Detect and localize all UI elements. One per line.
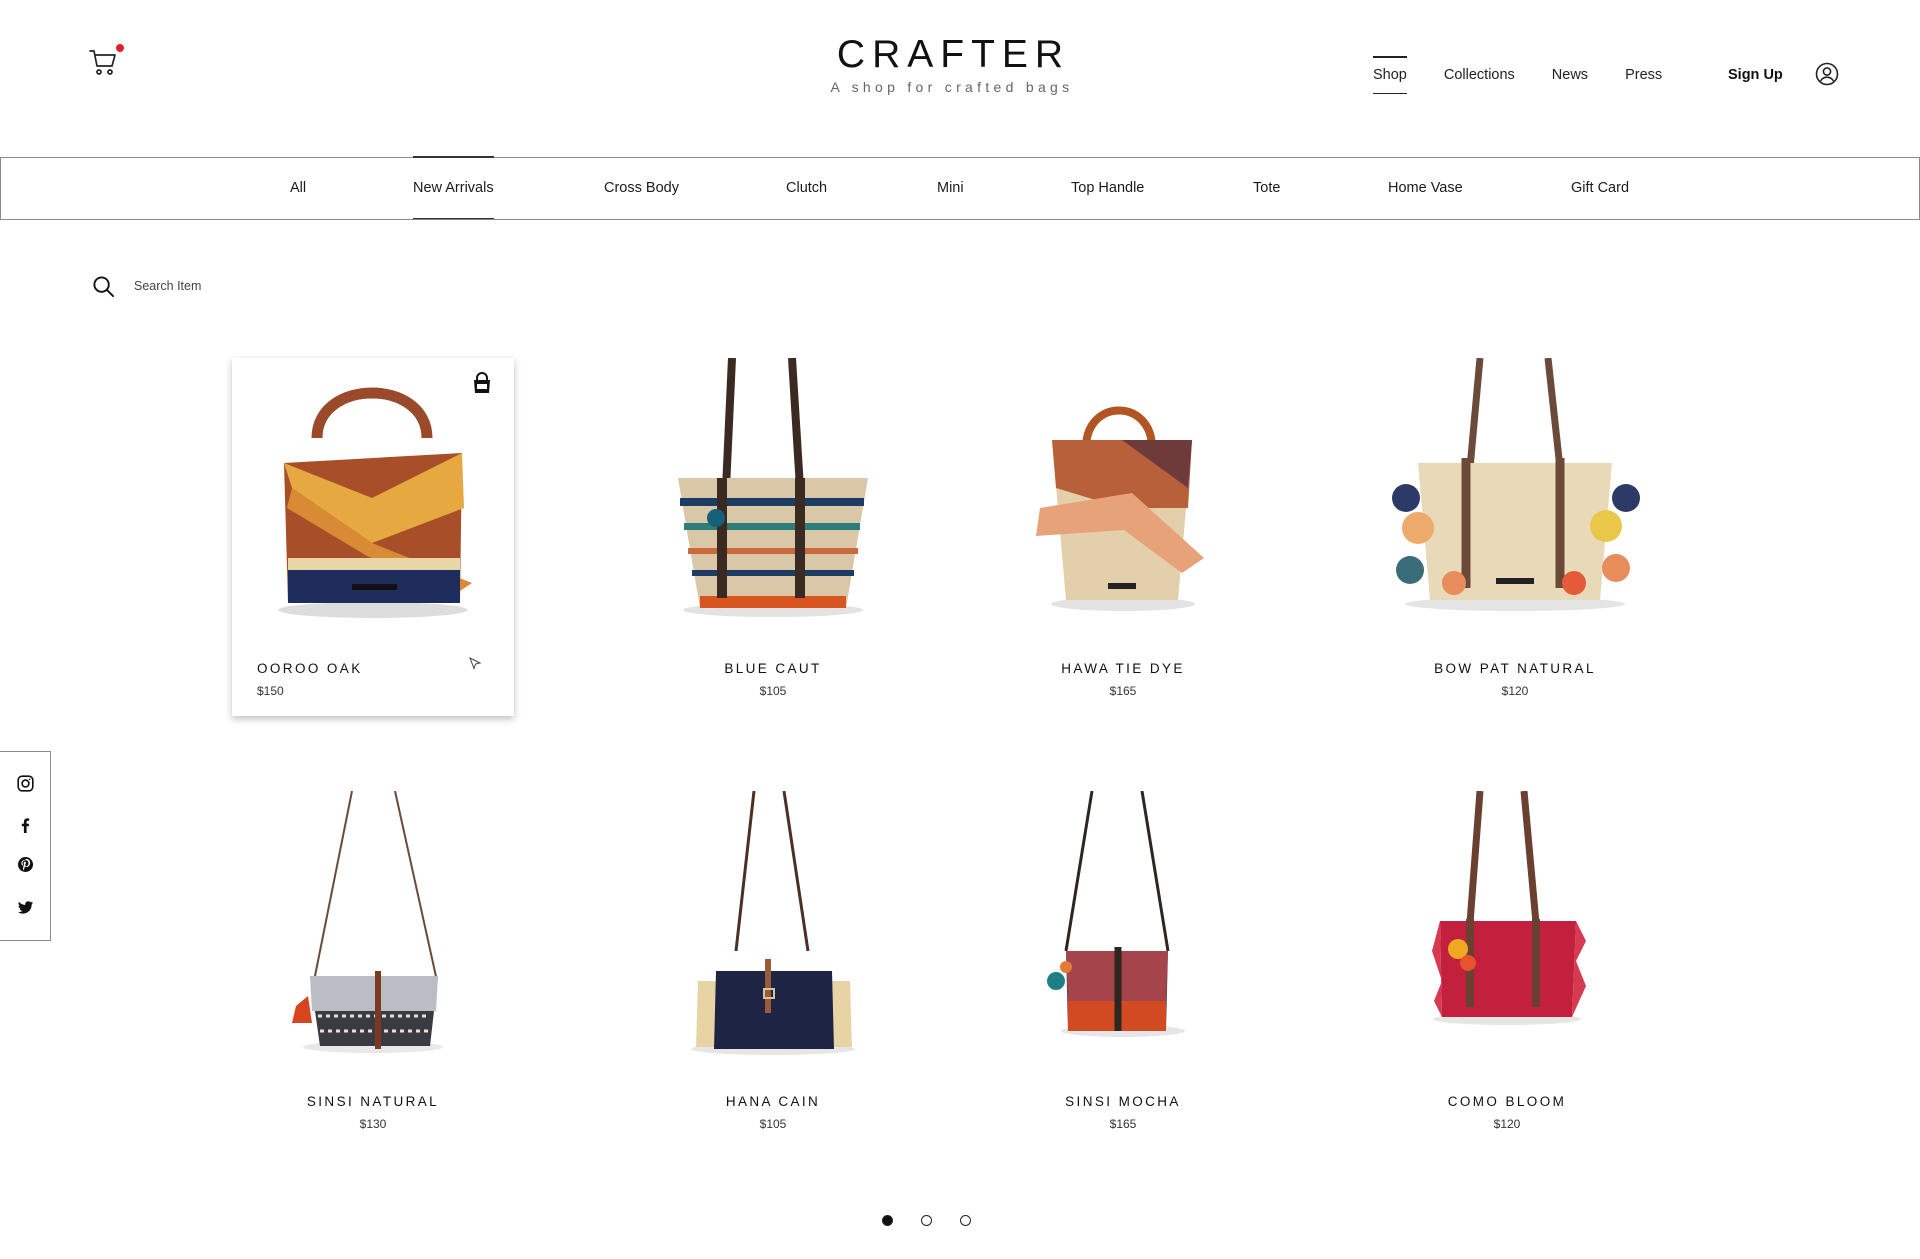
product-name: OOROO OAK bbox=[257, 661, 363, 676]
main-nav: Shop Collections News Press bbox=[1373, 55, 1699, 95]
category-gift-card[interactable]: Gift Card bbox=[1571, 158, 1629, 219]
search-bar bbox=[92, 273, 354, 299]
category-clutch[interactable]: Clutch bbox=[786, 158, 827, 219]
search-icon[interactable] bbox=[92, 275, 115, 298]
product-price: $105 bbox=[759, 684, 787, 698]
product-image bbox=[232, 358, 514, 628]
nav-collections[interactable]: Collections bbox=[1444, 55, 1515, 95]
product-image bbox=[1374, 357, 1656, 628]
product-card[interactable]: SINSI MOCHA $165 bbox=[982, 790, 1264, 1149]
add-to-bag-icon[interactable] bbox=[472, 372, 492, 394]
product-card[interactable]: HANA CAIN $105 bbox=[632, 790, 914, 1149]
product-name: SINSI MOCHA bbox=[1065, 1094, 1181, 1109]
product-name: BLUE CAUT bbox=[724, 661, 822, 676]
product-image bbox=[982, 790, 1264, 1061]
category-bar: All New Arrivals Cross Body Clutch Mini … bbox=[0, 156, 1920, 220]
brand-logo[interactable]: CRAFTER A shop for crafted bags bbox=[760, 33, 1140, 95]
search-input[interactable] bbox=[134, 279, 354, 293]
nav-shop[interactable]: Shop bbox=[1373, 55, 1407, 95]
instagram-icon[interactable] bbox=[17, 775, 34, 792]
category-cross-body[interactable]: Cross Body bbox=[604, 158, 679, 219]
product-price: $150 bbox=[257, 684, 284, 698]
product-name: COMO BLOOM bbox=[1447, 1094, 1567, 1109]
user-account-icon bbox=[1815, 62, 1839, 86]
product-name: BOW PAT NATURAL bbox=[1434, 661, 1596, 676]
product-card[interactable]: SINSI NATURAL $130 bbox=[232, 790, 514, 1149]
product-card[interactable]: BOW PAT NATURAL $120 bbox=[1374, 357, 1656, 716]
sign-up-button[interactable]: Sign Up bbox=[1728, 67, 1783, 83]
facebook-icon[interactable] bbox=[17, 817, 34, 834]
pagination bbox=[882, 1215, 999, 1226]
category-top-handle[interactable]: Top Handle bbox=[1071, 158, 1144, 219]
product-price: $120 bbox=[1501, 684, 1529, 698]
product-price: $130 bbox=[359, 1117, 387, 1131]
product-card[interactable]: OOROO OAK $150 bbox=[232, 358, 514, 716]
page-dot-3[interactable] bbox=[960, 1215, 971, 1226]
page-dot-1[interactable] bbox=[882, 1215, 893, 1226]
pinterest-icon[interactable] bbox=[17, 856, 34, 873]
product-name: HAWA TIE DYE bbox=[1061, 661, 1185, 676]
nav-news[interactable]: News bbox=[1552, 55, 1588, 95]
product-card[interactable]: BLUE CAUT $105 bbox=[632, 357, 914, 716]
category-home-vase[interactable]: Home Vase bbox=[1388, 158, 1463, 219]
product-image bbox=[982, 358, 1264, 628]
product-card[interactable]: COMO BLOOM $120 bbox=[1366, 790, 1648, 1149]
product-name: SINSI NATURAL bbox=[306, 1094, 440, 1109]
cart-button[interactable] bbox=[88, 44, 124, 77]
category-tote[interactable]: Tote bbox=[1253, 158, 1280, 219]
product-image bbox=[632, 790, 914, 1061]
account-button[interactable] bbox=[1815, 62, 1839, 86]
product-price: $120 bbox=[1493, 1117, 1521, 1131]
brand-tagline: A shop for crafted bags bbox=[830, 79, 1074, 95]
brand-title: CRAFTER bbox=[836, 33, 1071, 76]
site-header: CRAFTER A shop for crafted bags Shop Col… bbox=[0, 0, 1920, 157]
product-price: $105 bbox=[759, 1117, 787, 1131]
product-card[interactable]: HAWA TIE DYE $165 bbox=[982, 358, 1264, 716]
category-mini[interactable]: Mini bbox=[937, 158, 964, 219]
product-image bbox=[232, 790, 514, 1061]
product-price: $165 bbox=[1109, 684, 1137, 698]
page-dot-2[interactable] bbox=[921, 1215, 932, 1226]
cart-notification-dot bbox=[116, 44, 124, 52]
twitter-icon[interactable] bbox=[17, 899, 34, 916]
category-new-arrivals[interactable]: New Arrivals bbox=[413, 156, 494, 219]
product-price: $165 bbox=[1109, 1117, 1137, 1131]
cart-icon bbox=[89, 50, 116, 75]
nav-press[interactable]: Press bbox=[1625, 55, 1662, 95]
category-all[interactable]: All bbox=[290, 158, 306, 219]
product-image bbox=[632, 357, 914, 628]
product-image bbox=[1366, 790, 1648, 1061]
social-links bbox=[0, 751, 51, 941]
product-name: HANA CAIN bbox=[725, 1094, 821, 1109]
